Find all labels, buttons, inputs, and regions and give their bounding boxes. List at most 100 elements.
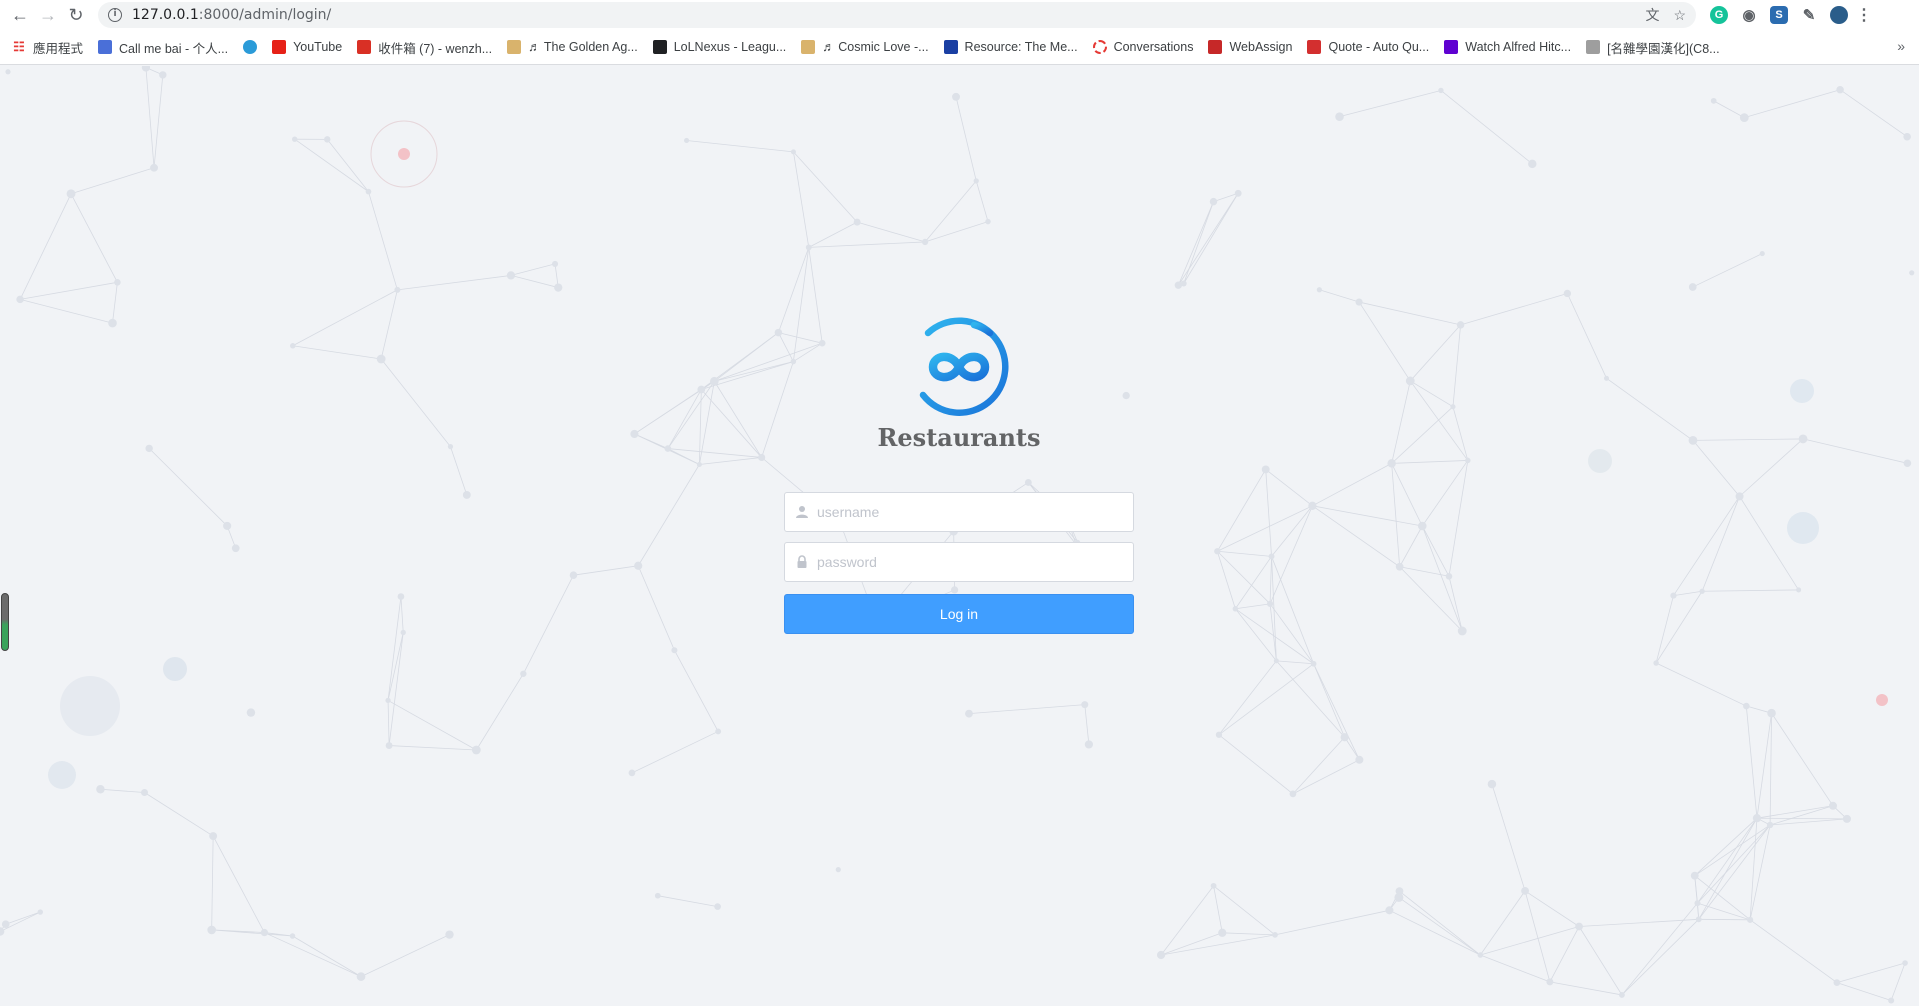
star-icon[interactable]: ☆ (1673, 7, 1686, 24)
network-link (1566, 293, 1607, 379)
network-link (20, 281, 118, 300)
network-link (1271, 556, 1314, 664)
bookmark-label: Resource: The Me... (964, 40, 1078, 54)
network-link (968, 704, 1085, 715)
gmail-icon (357, 40, 372, 54)
bookmark-label: Watch Alfred Hitc... (1465, 40, 1572, 54)
extensions-puzzle-icon[interactable]: ✎ (1800, 6, 1818, 24)
network-link (292, 289, 398, 347)
bookmark-item[interactable]: WebAssign (1208, 40, 1292, 54)
password-field[interactable] (784, 542, 1134, 582)
network-node (209, 832, 218, 841)
network-link (778, 332, 794, 362)
bookmark-item[interactable]: ☷ 應用程式 (12, 38, 83, 57)
network-node (671, 647, 678, 654)
network-link (1452, 406, 1469, 461)
network-node (985, 218, 991, 225)
network-node (1833, 979, 1841, 986)
network-link (667, 389, 702, 449)
network-node (447, 443, 454, 450)
network-node (397, 593, 405, 600)
network-node (1, 920, 10, 929)
bookmark-item[interactable]: Quote - Auto Qu... (1307, 40, 1429, 54)
bookmark-item[interactable]: Call me bai - 个人... (98, 38, 228, 57)
side-scroll-handle[interactable] (1, 593, 9, 651)
network-node (1405, 376, 1415, 386)
network-link (1276, 660, 1345, 738)
login-button[interactable]: Log in (784, 594, 1134, 634)
username-input[interactable] (817, 504, 1117, 520)
network-link (1213, 885, 1276, 936)
bookmark-item[interactable]: ♬ Cosmic Love -... (801, 40, 929, 54)
username-field[interactable] (784, 492, 1134, 532)
network-node (1618, 992, 1625, 998)
network-node (709, 376, 719, 386)
bookmark-item[interactable]: ♬ The Golden Ag... (507, 40, 638, 54)
back-arrow-icon[interactable]: ← (6, 1, 34, 29)
bookmark-item[interactable]: Conversations (1092, 40, 1194, 54)
bookmark-item[interactable]: LoLNexus - Leagu... (652, 40, 786, 54)
network-node (1903, 459, 1912, 468)
network-link (1697, 817, 1758, 904)
network-link (1578, 926, 1623, 996)
lock-icon (797, 555, 807, 568)
network-link (1702, 589, 1799, 592)
screenshot-extension-icon[interactable]: S (1770, 6, 1788, 24)
bookmark-item[interactable] (243, 40, 264, 54)
bookmark-label: Conversations (1113, 40, 1194, 54)
translate-icon[interactable]: 文 (1645, 5, 1659, 25)
network-node (569, 571, 578, 579)
profile-avatar-icon[interactable] (1830, 6, 1848, 24)
network-node (471, 745, 481, 755)
resource-icon (943, 40, 958, 54)
grammarly-extension-icon[interactable]: G (1710, 6, 1728, 24)
network-accent-node (1876, 694, 1888, 706)
site-info-icon[interactable]: i (108, 8, 122, 22)
network-link (1235, 608, 1277, 662)
camera-extension-icon[interactable]: ◉ (1740, 6, 1758, 24)
reload-icon[interactable]: ↻ (62, 1, 90, 29)
network-link (1697, 902, 1751, 921)
network-link (1621, 919, 1700, 996)
network-node (1232, 606, 1239, 612)
network-link (1491, 783, 1526, 892)
forward-arrow-icon[interactable]: → (34, 1, 62, 29)
network-node (1261, 465, 1270, 474)
network-link (1265, 469, 1313, 507)
bookmark-item[interactable]: Watch Alfred Hitc... (1444, 40, 1571, 54)
network-node (1735, 492, 1744, 501)
bookmark-item[interactable]: 收件箱 (7) - wenzh... (357, 38, 492, 57)
network-node (1122, 391, 1130, 400)
bookmark-label: 應用程式 (33, 41, 84, 56)
network-node (223, 521, 232, 530)
network-node (1888, 997, 1895, 1004)
network-node (950, 586, 959, 594)
network-node (260, 928, 269, 937)
browser-menu-icon[interactable]: ⋮ (1856, 6, 1872, 24)
network-link (153, 74, 164, 168)
bookmark-item[interactable]: Resource: The Me... (943, 40, 1078, 54)
network-link (212, 835, 265, 933)
address-bar[interactable]: i 127.0.0.1:8000/admin/login/ 文 ☆ (98, 2, 1696, 28)
network-node (1417, 521, 1427, 531)
password-input[interactable] (817, 554, 1117, 570)
bookmark-item[interactable]: YouTube (272, 40, 342, 54)
bookmarks-overflow-icon[interactable]: » (1897, 38, 1905, 54)
network-node (1688, 435, 1698, 445)
network-link (1319, 289, 1360, 303)
network-link (1084, 704, 1090, 745)
network-node (790, 149, 796, 155)
network-node (952, 92, 960, 101)
network-link (1621, 902, 1698, 996)
bookmark-label: WebAssign (1229, 40, 1293, 54)
network-link (1692, 253, 1763, 288)
bookmark-label: Call me bai - 个人... (119, 41, 229, 56)
network-link (1480, 926, 1580, 956)
network-link (1276, 660, 1314, 665)
network-link (699, 457, 762, 465)
bookmark-item[interactable]: [名雜學園漢化](C8... (1586, 38, 1720, 57)
url-text[interactable]: 127.0.0.1:8000/admin/login/ (132, 7, 331, 23)
network-link (326, 139, 369, 192)
conversations-icon (1092, 40, 1107, 54)
network-accent-node (60, 676, 120, 736)
